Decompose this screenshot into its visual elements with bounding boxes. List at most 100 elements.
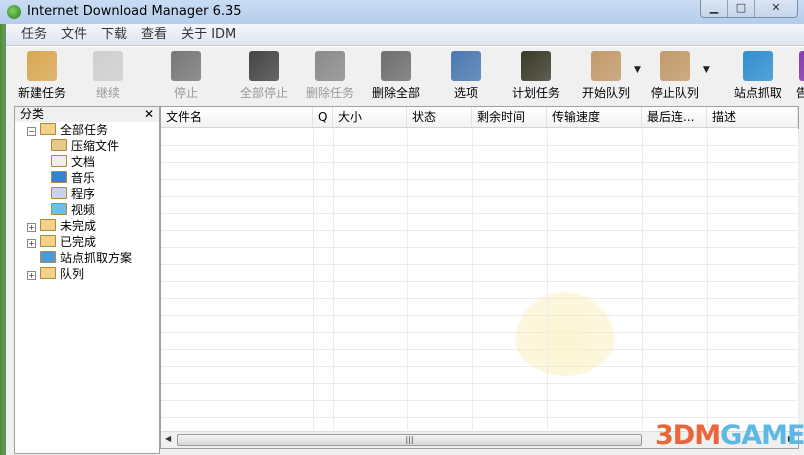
music-icon [51,171,67,183]
start-queue-dropdown-icon[interactable]: ▼ [634,65,641,75]
category-panel-title: 分类 [20,107,45,121]
main-window: 任务 文件 下载 查看 关于 IDM 新建任务 继续 停止 全部停止 删除任务 删除全部 选项 计划任… [5,24,804,455]
start-queue-button[interactable]: 开始队列 [580,51,632,101]
column-divider [407,129,408,430]
scroll-thumb[interactable]: ||| [177,434,642,446]
expand-toggle-icon[interactable]: + [27,223,36,232]
site-grabber-icon [742,51,773,81]
document-icon [51,155,67,167]
column-header[interactable]: 状态 [407,107,472,127]
resume-label: 继续 [95,86,120,100]
mascot-watermark-image [513,290,617,376]
tree-item-label: 未完成 [60,219,97,233]
scheduler-icon [521,51,551,81]
column-divider [313,129,314,430]
stop-queue-icon [659,51,690,81]
menu-item[interactable]: 文件 [54,24,94,45]
tree-item[interactable]: 程序 [15,186,159,202]
column-divider [707,129,708,430]
folder-check-icon [40,235,56,247]
stop-button[interactable]: 停止 [160,51,212,101]
tree-item-label: 全部任务 [60,123,109,137]
folder-open-icon [40,123,56,135]
menu-item[interactable]: 任务 [14,24,54,45]
tree-item[interactable]: 音乐 [15,170,159,186]
stop-queue-label: 停止队列 [650,86,699,100]
column-header[interactable]: 文件名 [161,107,313,127]
resume-icon [93,51,123,81]
options-label: 选项 [453,86,478,100]
column-header[interactable]: 传输速度 [547,107,642,127]
delete-task-icon [315,51,345,81]
ie-folder-icon [40,251,56,263]
expand-toggle-icon[interactable]: − [27,127,36,136]
tree-item[interactable]: 视频 [15,202,159,218]
download-list: 文件名 Q 大小 状态 剩余时间 传输速度 最后连... 描述 ◀ ||| ▶ [160,106,799,449]
tell-friend-button[interactable]: 告诉朋 [788,51,804,101]
column-divider [333,129,334,430]
column-header[interactable]: 最后连... [642,107,707,127]
tree-item[interactable]: + 未完成 [15,218,159,234]
stop-all-icon [249,51,279,81]
tree-item[interactable]: 站点抓取方案 [15,250,159,266]
close-panel-icon[interactable]: ✕ [144,107,154,122]
menu-bar: 任务 文件 下载 查看 关于 IDM [6,24,804,46]
delete-all-button[interactable]: 删除全部 [370,51,422,101]
expand-toggle-icon[interactable]: + [27,271,36,280]
category-tree: − 全部任务压缩文件文档音乐程序视频 + 未完成 + 已完成站点抓取方案 + 队列 [15,122,159,282]
site-grabber-label: 站点抓取 [733,86,782,100]
tree-item[interactable]: − 全部任务 [15,122,159,138]
stop-all-button[interactable]: 全部停止 [238,51,290,101]
minimize-button[interactable]: ▁ [701,0,728,17]
toolbar: 新建任务 继续 停止 全部停止 删除任务 删除全部 选项 计划任务 开始队列 ▼ 停止队列 ▼ 站点抓取… [6,46,804,100]
category-panel: 分类 ✕ − 全部任务压缩文件文档音乐程序视频 + 未完成 + 已完成站点抓取方案 + 队列 [14,106,160,454]
tree-item[interactable]: 压缩文件 [15,138,159,154]
stop-queue-button[interactable]: 停止队列 [649,51,701,101]
window-title: Internet Download Manager 6.35 [27,4,242,19]
scheduler-button[interactable]: 计划任务 [510,51,562,101]
delete-all-label: 删除全部 [371,86,420,100]
menu-item[interactable]: 下载 [94,24,134,45]
program-icon [51,187,67,199]
3dmgame-watermark: 3DMGAME [655,420,804,451]
menu-item[interactable]: 查看 [134,24,174,45]
options-button[interactable]: 选项 [440,51,492,101]
tree-item[interactable]: + 已完成 [15,234,159,250]
tree-item-label: 队列 [60,267,85,281]
video-icon [51,203,67,215]
menu-item[interactable]: 关于 IDM [174,24,243,45]
delete-task-button[interactable]: 删除任务 [304,51,356,101]
tree-item-label: 音乐 [71,171,96,185]
column-header[interactable]: 大小 [333,107,407,127]
close-button[interactable]: ✕ [755,0,797,17]
tree-item-label: 视频 [71,203,96,217]
tree-item-label: 程序 [71,187,96,201]
column-header[interactable]: 描述 [707,107,798,127]
column-divider [798,129,799,430]
tree-item-label: 已完成 [60,235,97,249]
scheduler-label: 计划任务 [511,86,560,100]
folder-download-icon [40,219,56,231]
column-divider [642,129,643,430]
column-header[interactable]: Q [313,107,333,127]
tree-item-label: 压缩文件 [71,139,120,153]
tree-item-label: 文档 [71,155,96,169]
maximize-button[interactable]: □ [728,0,755,17]
idm-app-icon [7,5,21,19]
stop-queue-dropdown-icon[interactable]: ▼ [703,65,710,75]
new-task-label: 新建任务 [17,86,66,100]
delete-task-label: 删除任务 [305,86,354,100]
title-bar: Internet Download Manager 6.35 ▁ □ ✕ [0,0,804,24]
resume-button[interactable]: 继续 [82,51,134,101]
tree-item[interactable]: + 队列 [15,266,159,282]
tree-line [27,253,36,262]
tell-friend-label: 告诉朋 [795,86,804,100]
list-header: 文件名 Q 大小 状态 剩余时间 传输速度 最后连... 描述 [161,107,798,128]
tree-item[interactable]: 文档 [15,154,159,170]
site-grabber-button[interactable]: 站点抓取 [732,51,784,101]
tree-item-label: 站点抓取方案 [60,251,133,265]
column-header[interactable]: 剩余时间 [472,107,547,127]
new-task-button[interactable]: 新建任务 [16,51,68,101]
scroll-left-icon[interactable]: ◀ [165,434,171,443]
expand-toggle-icon[interactable]: + [27,239,36,248]
